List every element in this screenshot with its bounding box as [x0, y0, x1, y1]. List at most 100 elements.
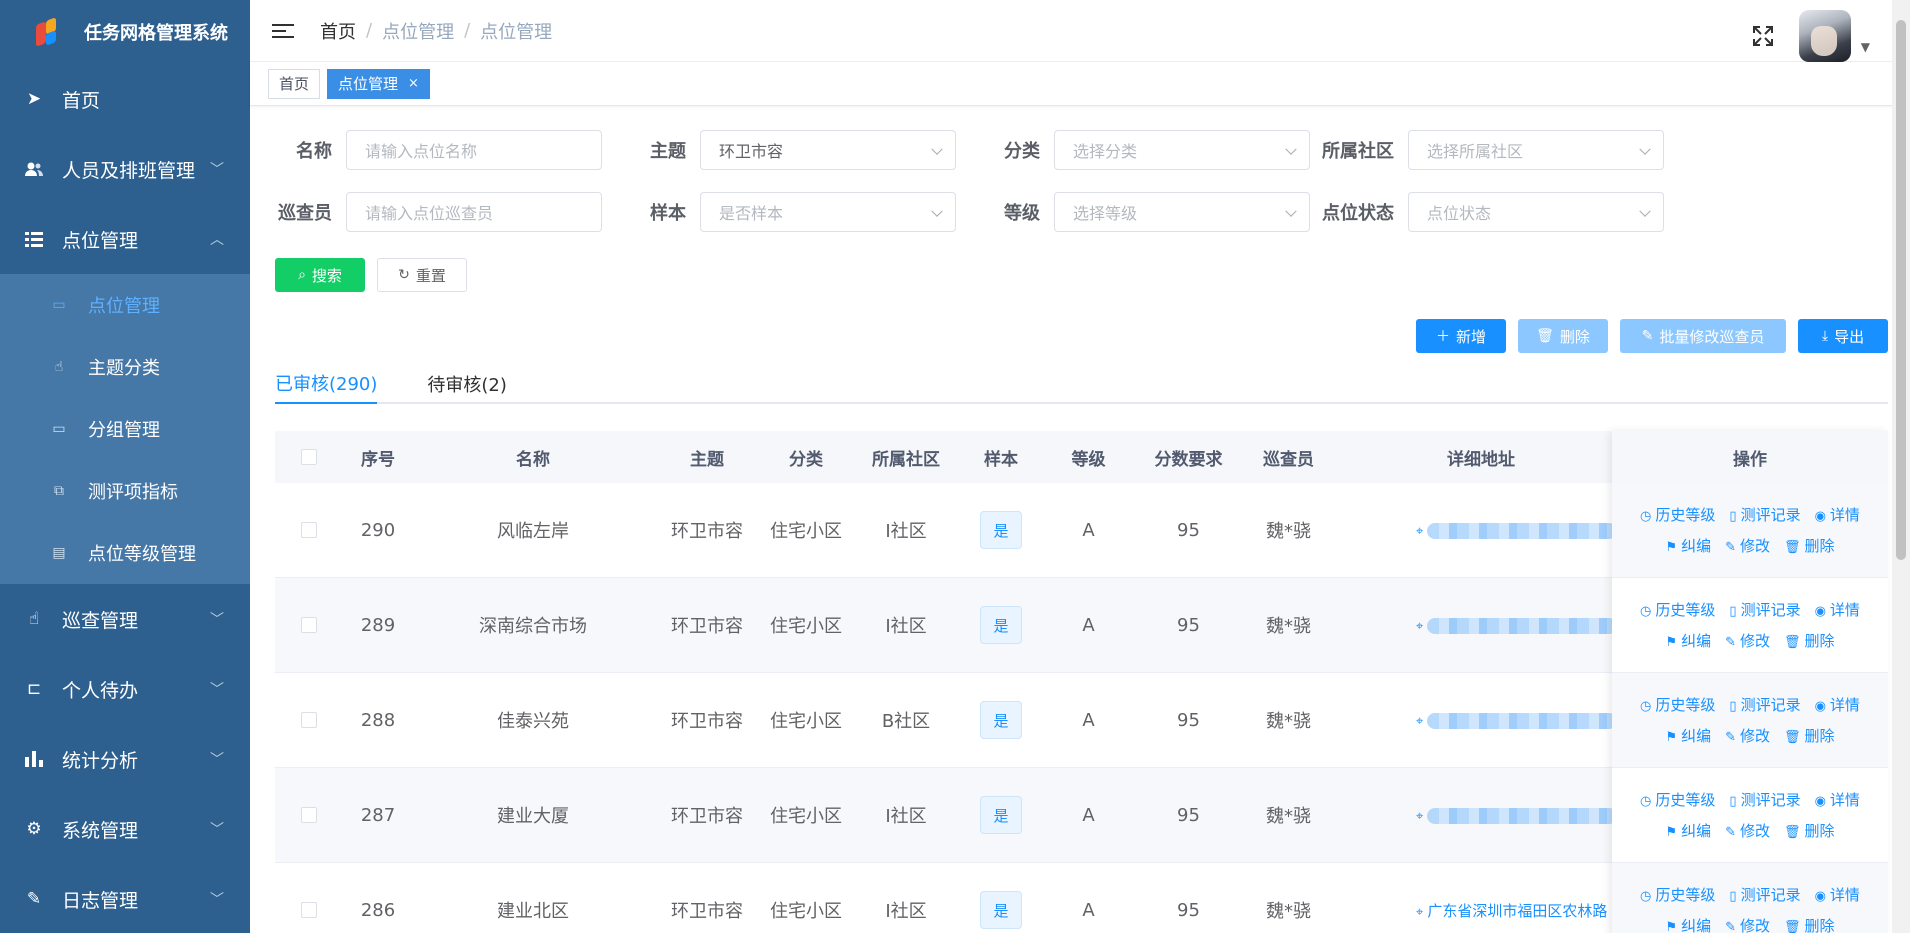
row-checkbox[interactable]: [301, 902, 317, 918]
history-level-link[interactable]: ◷ 历史等级: [1640, 504, 1715, 525]
bar-chart-icon: [24, 749, 44, 769]
category-select[interactable]: 选择分类: [1054, 130, 1310, 170]
evaluation-record-link[interactable]: ▯ 测评记录: [1729, 504, 1800, 525]
edit-link[interactable]: ✎ 修改: [1725, 915, 1770, 933]
row-checkbox[interactable]: [301, 617, 317, 633]
sidebar-item-home[interactable]: ➤ 首页: [0, 64, 250, 134]
correct-link[interactable]: ⚑ 纠编: [1665, 820, 1711, 841]
history-level-link[interactable]: ◷ 历史等级: [1640, 884, 1715, 905]
detail-link[interactable]: ◉ 详情: [1815, 504, 1860, 525]
delete-link[interactable]: 🗑 删除: [1784, 915, 1835, 933]
tab-pending[interactable]: 待审核(2): [427, 364, 507, 404]
cell-theme: 环卫市容: [671, 616, 743, 637]
theme-select[interactable]: 环卫市容: [700, 130, 956, 170]
search-button[interactable]: ⌕ 搜索: [275, 258, 365, 292]
main-content: 名称 请输入点位名称 主题 环卫市容 分类 选择分类 所属社区 选择所属社区 巡…: [250, 106, 1888, 933]
cell-address[interactable]: ⌖: [1336, 711, 1626, 729]
tag-home[interactable]: 首页: [268, 68, 321, 99]
close-icon[interactable]: ×: [408, 76, 419, 91]
app-logo[interactable]: 任务网格管理系统: [0, 0, 250, 64]
cell-address[interactable]: ⌖: [1336, 806, 1626, 824]
cell-no: 287: [360, 804, 396, 826]
row-checkbox[interactable]: [301, 807, 317, 823]
delete-link[interactable]: 🗑 删除: [1784, 820, 1835, 841]
row-checkbox[interactable]: [301, 712, 317, 728]
column-header: 分数要求: [1154, 449, 1223, 470]
evaluation-record-link[interactable]: ▯ 测评记录: [1729, 694, 1800, 715]
edit-link[interactable]: ✎ 修改: [1725, 630, 1770, 651]
inspector-input[interactable]: 请输入点位巡查员: [346, 192, 602, 232]
evaluation-record-link[interactable]: ▯ 测评记录: [1729, 789, 1800, 810]
batch-edit-inspector-button[interactable]: ✎ 批量修改巡查员: [1620, 319, 1786, 353]
tab-reviewed[interactable]: 已审核(290): [275, 364, 378, 404]
scrollbar[interactable]: [1892, 0, 1910, 933]
sidebar-item-system[interactable]: ⚙ 系统管理 ﹀: [0, 794, 250, 864]
sidebar-item-inspection[interactable]: ☝ 巡查管理 ﹀: [0, 584, 250, 654]
edit-link[interactable]: ✎ 修改: [1725, 820, 1770, 841]
correct-link[interactable]: ⚑ 纠编: [1665, 535, 1711, 556]
detail-link[interactable]: ◉ 详情: [1815, 884, 1860, 905]
level-select[interactable]: 选择等级: [1054, 192, 1310, 232]
history-level-link[interactable]: ◷ 历史等级: [1640, 789, 1715, 810]
tag-point-management[interactable]: 点位管理 ×: [327, 68, 430, 99]
select-all-checkbox[interactable]: [301, 449, 317, 465]
sidebar-item-todo[interactable]: ⊏ 个人待办 ﹀: [0, 654, 250, 724]
cell-address[interactable]: ⌖: [1336, 616, 1626, 634]
history-level-link[interactable]: ◷ 历史等级: [1640, 694, 1715, 715]
cell-address[interactable]: ⌖ 广东省深圳市福田区农林路: [1336, 900, 1626, 921]
correct-link[interactable]: ⚑ 纠编: [1665, 630, 1711, 651]
sidebar-subitem-theme-category[interactable]: ☝ 主题分类: [0, 336, 250, 398]
paper-plane-icon: ➤: [26, 89, 42, 109]
correct-link[interactable]: ⚑ 纠编: [1665, 725, 1711, 746]
delete-link[interactable]: 🗑 删除: [1784, 725, 1835, 746]
cell-address[interactable]: ⌖: [1336, 521, 1626, 539]
delete-button[interactable]: 🗑 删除: [1518, 319, 1608, 353]
sample-select[interactable]: 是否样本: [700, 192, 956, 232]
edit-link[interactable]: ✎ 修改: [1725, 725, 1770, 746]
cell-community: I社区: [885, 901, 927, 922]
detail-link[interactable]: ◉ 详情: [1815, 694, 1860, 715]
column-header: 名称: [516, 449, 550, 470]
caret-down-icon[interactable]: ▼: [1861, 40, 1870, 54]
sample-badge: 是: [980, 701, 1022, 739]
sidebar-item-statistics[interactable]: 统计分析 ﹀: [0, 724, 250, 794]
status-select[interactable]: 点位状态: [1408, 192, 1664, 232]
cell-score: 95: [1177, 709, 1200, 731]
puzzle-icon: ⧉: [54, 483, 64, 499]
detail-link[interactable]: ◉ 详情: [1815, 599, 1860, 620]
sidebar-item-points[interactable]: 点位管理 ︿: [0, 204, 250, 274]
refresh-icon: ↻: [398, 267, 410, 283]
export-button[interactable]: ⤓ 导出: [1798, 319, 1888, 353]
sidebar-item-label: 个人待办: [62, 679, 139, 702]
breadcrumb-home[interactable]: 首页: [320, 18, 356, 44]
sidebar-item-label: 分组管理: [88, 420, 160, 441]
delete-link[interactable]: 🗑 删除: [1784, 630, 1835, 651]
sidebar-item-logs[interactable]: ✎ 日志管理 ﹀: [0, 864, 250, 933]
evaluation-record-link[interactable]: ▯ 测评记录: [1729, 599, 1800, 620]
sidebar-item-personnel[interactable]: 人员及排班管理 ﹀: [0, 134, 250, 204]
sidebar-subitem-group[interactable]: ▭ 分组管理: [0, 398, 250, 460]
evaluation-record-link[interactable]: ▯ 测评记录: [1729, 884, 1800, 905]
fullscreen-icon[interactable]: [1751, 24, 1775, 48]
menu-toggle-icon[interactable]: [272, 23, 294, 38]
edit-link[interactable]: ✎ 修改: [1725, 535, 1770, 556]
trash-icon: 🗑: [1536, 328, 1554, 344]
cell-no: 289: [360, 614, 396, 636]
column-header: 分类: [789, 449, 823, 470]
add-button[interactable]: ＋新增: [1416, 319, 1506, 353]
delete-link[interactable]: 🗑 删除: [1784, 535, 1835, 556]
filter-label: 巡查员: [278, 203, 332, 224]
reset-button[interactable]: ↻ 重置: [377, 258, 467, 292]
cell-inspector: 魏*骁: [1266, 616, 1311, 637]
sidebar-subitem-level[interactable]: ▤ 点位等级管理: [0, 522, 250, 584]
name-input[interactable]: 请输入点位名称: [346, 130, 602, 170]
sidebar-subitem-point-management[interactable]: ▭ 点位管理: [0, 274, 250, 336]
row-checkbox[interactable]: [301, 522, 317, 538]
correct-link[interactable]: ⚑ 纠编: [1665, 915, 1711, 933]
cell-community: I社区: [885, 521, 927, 542]
detail-link[interactable]: ◉ 详情: [1815, 789, 1860, 810]
sidebar-subitem-indicators[interactable]: ⧉ 测评项指标: [0, 460, 250, 522]
community-select[interactable]: 选择所属社区: [1408, 130, 1664, 170]
avatar[interactable]: [1798, 10, 1851, 62]
history-level-link[interactable]: ◷ 历史等级: [1640, 599, 1715, 620]
